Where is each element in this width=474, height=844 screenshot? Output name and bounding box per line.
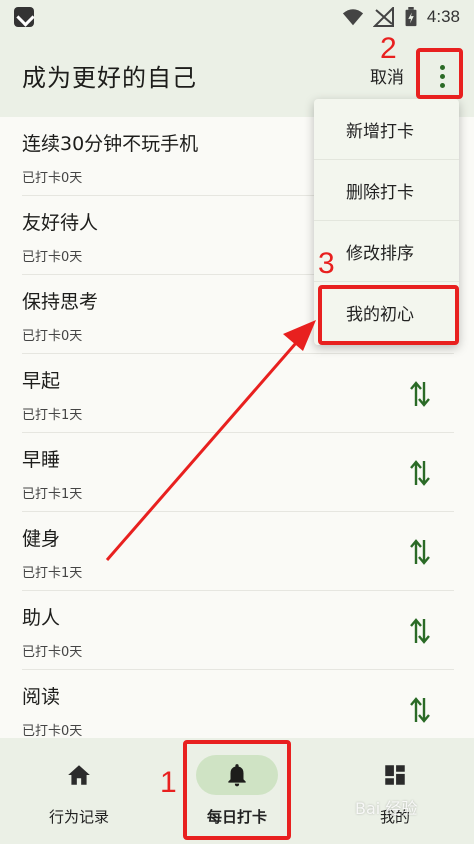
highlight-box-my-intention	[318, 285, 459, 345]
nav-item-records[interactable]: 行为记录	[38, 738, 120, 844]
cancel-button[interactable]: 取消	[370, 63, 404, 88]
watermark: Bai 经验	[355, 799, 418, 818]
habit-checkin-count: 已打卡0天	[22, 329, 83, 344]
menu-item-delete-checkin[interactable]: 删除打卡	[314, 160, 459, 221]
no-signal-icon	[372, 6, 394, 27]
habit-row[interactable]: 早起已打卡1天	[22, 354, 454, 433]
status-bar: 4:38	[0, 0, 474, 33]
habit-title: 阅读	[22, 686, 61, 708]
annotation-number-2: 2	[380, 32, 397, 65]
habit-title: 友好待人	[22, 212, 99, 234]
habit-row[interactable]: 健身已打卡1天	[22, 512, 454, 591]
habit-row[interactable]: 早睡已打卡1天	[22, 433, 454, 512]
habit-checkin-count: 已打卡0天	[22, 645, 83, 660]
highlight-box-menu-button	[416, 48, 463, 99]
drag-sort-icon[interactable]	[408, 696, 432, 724]
habit-checkin-count: 已打卡0天	[22, 724, 83, 739]
drag-sort-icon[interactable]	[408, 459, 432, 487]
habit-title: 早睡	[22, 449, 61, 471]
habit-checkin-count: 已打卡0天	[22, 250, 83, 265]
wifi-icon	[342, 8, 363, 25]
nav-label-records: 行为记录	[48, 808, 109, 826]
habit-title: 连续30分钟不玩手机	[22, 133, 199, 155]
habit-row[interactable]: 助人已打卡0天	[22, 591, 454, 670]
habit-checkin-count: 已打卡0天	[22, 171, 83, 186]
drag-sort-icon[interactable]	[408, 380, 432, 408]
drag-sort-icon[interactable]	[408, 538, 432, 566]
page-title: 成为更好的自己	[22, 63, 197, 92]
app-notification-icon	[14, 6, 34, 27]
status-time: 4:38	[426, 6, 460, 26]
dashboard-icon	[385, 765, 405, 785]
habit-title: 保持思考	[22, 291, 99, 313]
menu-item-add-checkin[interactable]: 新增打卡	[314, 99, 459, 160]
drag-sort-icon[interactable]	[408, 617, 432, 645]
home-icon	[68, 765, 90, 785]
habit-title: 助人	[22, 607, 61, 629]
habit-title: 早起	[22, 370, 61, 392]
annotation-number-3: 3	[318, 247, 335, 280]
annotation-number-1: 1	[160, 766, 177, 799]
battery-charging-icon	[405, 6, 417, 26]
habit-checkin-count: 已打卡1天	[22, 566, 83, 581]
nav-item-mine[interactable]: 我的	[354, 738, 436, 844]
habit-checkin-count: 已打卡1天	[22, 487, 83, 502]
menu-item-edit-order[interactable]: 修改排序	[314, 221, 459, 282]
highlight-box-daily-checkin	[183, 740, 291, 840]
habit-checkin-count: 已打卡1天	[22, 408, 83, 423]
habit-title: 健身	[22, 528, 61, 550]
